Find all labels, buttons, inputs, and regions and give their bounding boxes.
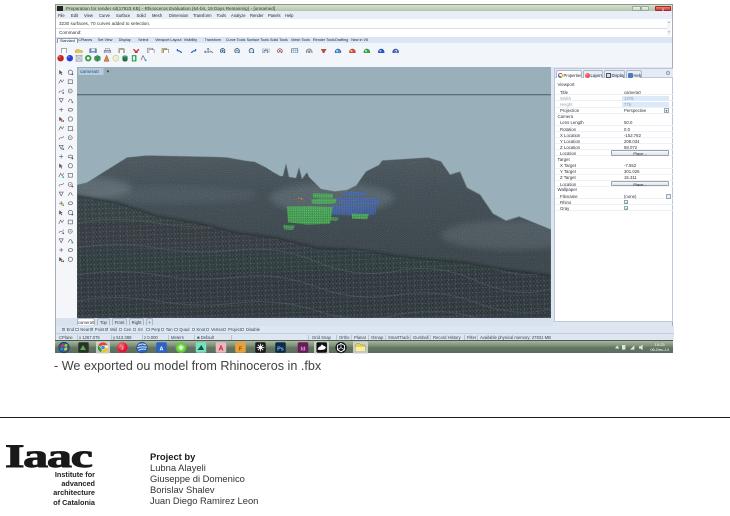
svg-text:A: A (160, 346, 164, 352)
svg-text:A: A (218, 346, 223, 353)
svg-text:Ps: Ps (277, 346, 284, 352)
svg-text:♪: ♪ (121, 345, 124, 352)
svg-text:Id: Id (301, 346, 306, 352)
svg-text:camera0: camera0 (80, 69, 99, 75)
